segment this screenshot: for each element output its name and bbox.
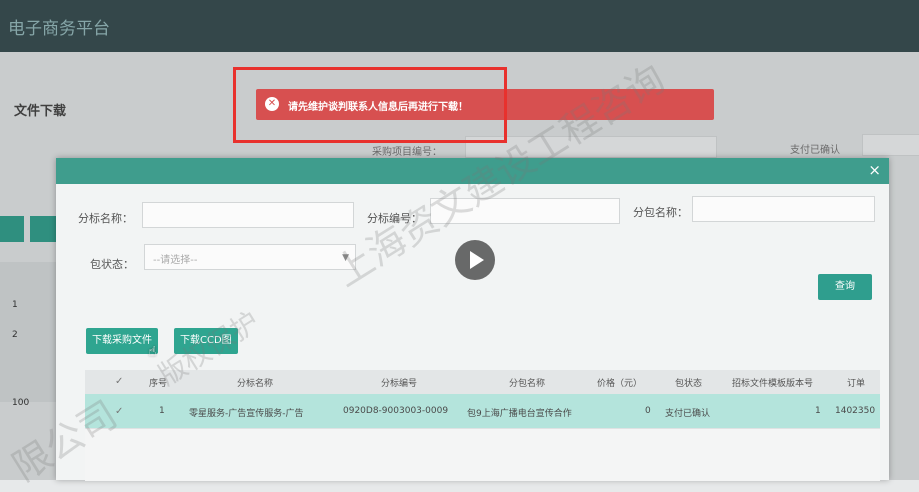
download-modal: × 分标名称： 分标编号： 分包名称： 包状态： --请选择-- ▼ 查询 下载… (56, 158, 889, 481)
row-checkbox[interactable]: ✓ (115, 406, 123, 417)
package-name-input[interactable] (692, 196, 875, 222)
left-button-behind (0, 216, 24, 242)
lot-no-label: 分标编号： (367, 212, 422, 225)
column-header: 分标名称 (237, 379, 274, 389)
app-brand: 电子商务平台 (8, 19, 110, 39)
download-ccd-button[interactable]: 下载CCD图 (174, 328, 238, 354)
column-header: 序号 (149, 379, 168, 389)
cell-lot-no: 0920D8-9003003-0009 (343, 406, 449, 416)
column-header: 包状态 (675, 379, 703, 389)
package-name-label: 分包名称： (633, 206, 688, 219)
chevron-down-icon: ▼ (342, 253, 349, 263)
left-button-behind-2 (30, 216, 56, 242)
column-header: 招标文件模板版本号 (732, 379, 814, 389)
row-number: 100 (12, 398, 30, 408)
row-number: 2 (12, 330, 18, 340)
package-status-select[interactable]: --请选择-- ▼ (144, 244, 356, 270)
cell-order: 1402350 (835, 406, 876, 416)
status-filter-behind (862, 134, 919, 156)
select-all-checkbox[interactable]: ✓ (115, 376, 123, 387)
cell-price: 0 (645, 406, 651, 416)
close-icon[interactable]: × (868, 161, 881, 179)
background-table-strip: 1 2 100 (0, 262, 56, 408)
cell-template-version: 1 (815, 406, 821, 416)
lot-name-input[interactable] (142, 202, 354, 228)
lot-no-input[interactable] (430, 198, 620, 224)
modal-header: × (56, 158, 889, 184)
column-header: 价格（元） (597, 379, 643, 389)
status-filter-label-behind: 支付已确认 (790, 145, 840, 156)
cell-index: 1 (159, 406, 165, 416)
play-icon[interactable] (455, 240, 495, 280)
package-status-placeholder: --请选择-- (153, 255, 198, 266)
cell-lot-name: 零星服务-广告宣传服务-广告 (189, 409, 304, 419)
package-status-label: 包状态： (90, 258, 134, 271)
column-header: 订单 (847, 379, 866, 389)
cell-status: 支付已确认 (665, 409, 711, 419)
top-navbar: 电子商务平台 (0, 0, 919, 52)
row-number: 1 (12, 300, 18, 310)
query-button[interactable]: 查询 (818, 274, 872, 300)
purchase-no-label: 采购项目编号： (372, 147, 442, 158)
table-row[interactable]: ✓ 1 零星服务-广告宣传服务-广告 0920D8-9003003-0009 包… (85, 394, 880, 428)
page-title: 文件下载 (14, 104, 67, 119)
column-header: 分包名称 (509, 379, 546, 389)
column-header: 分标编号 (381, 379, 418, 389)
table-header: ✓ 序号 分标名称 分标编号 分包名称 价格（元） 包状态 招标文件模板版本号 … (85, 370, 880, 394)
lot-name-label: 分标名称： (78, 212, 133, 225)
hand-cursor-icon: ☝ (148, 344, 157, 360)
cell-package-name: 包9上海广播电台宣传合作 (467, 409, 572, 419)
table-body-empty (85, 428, 880, 481)
highlight-annotation (233, 67, 507, 143)
